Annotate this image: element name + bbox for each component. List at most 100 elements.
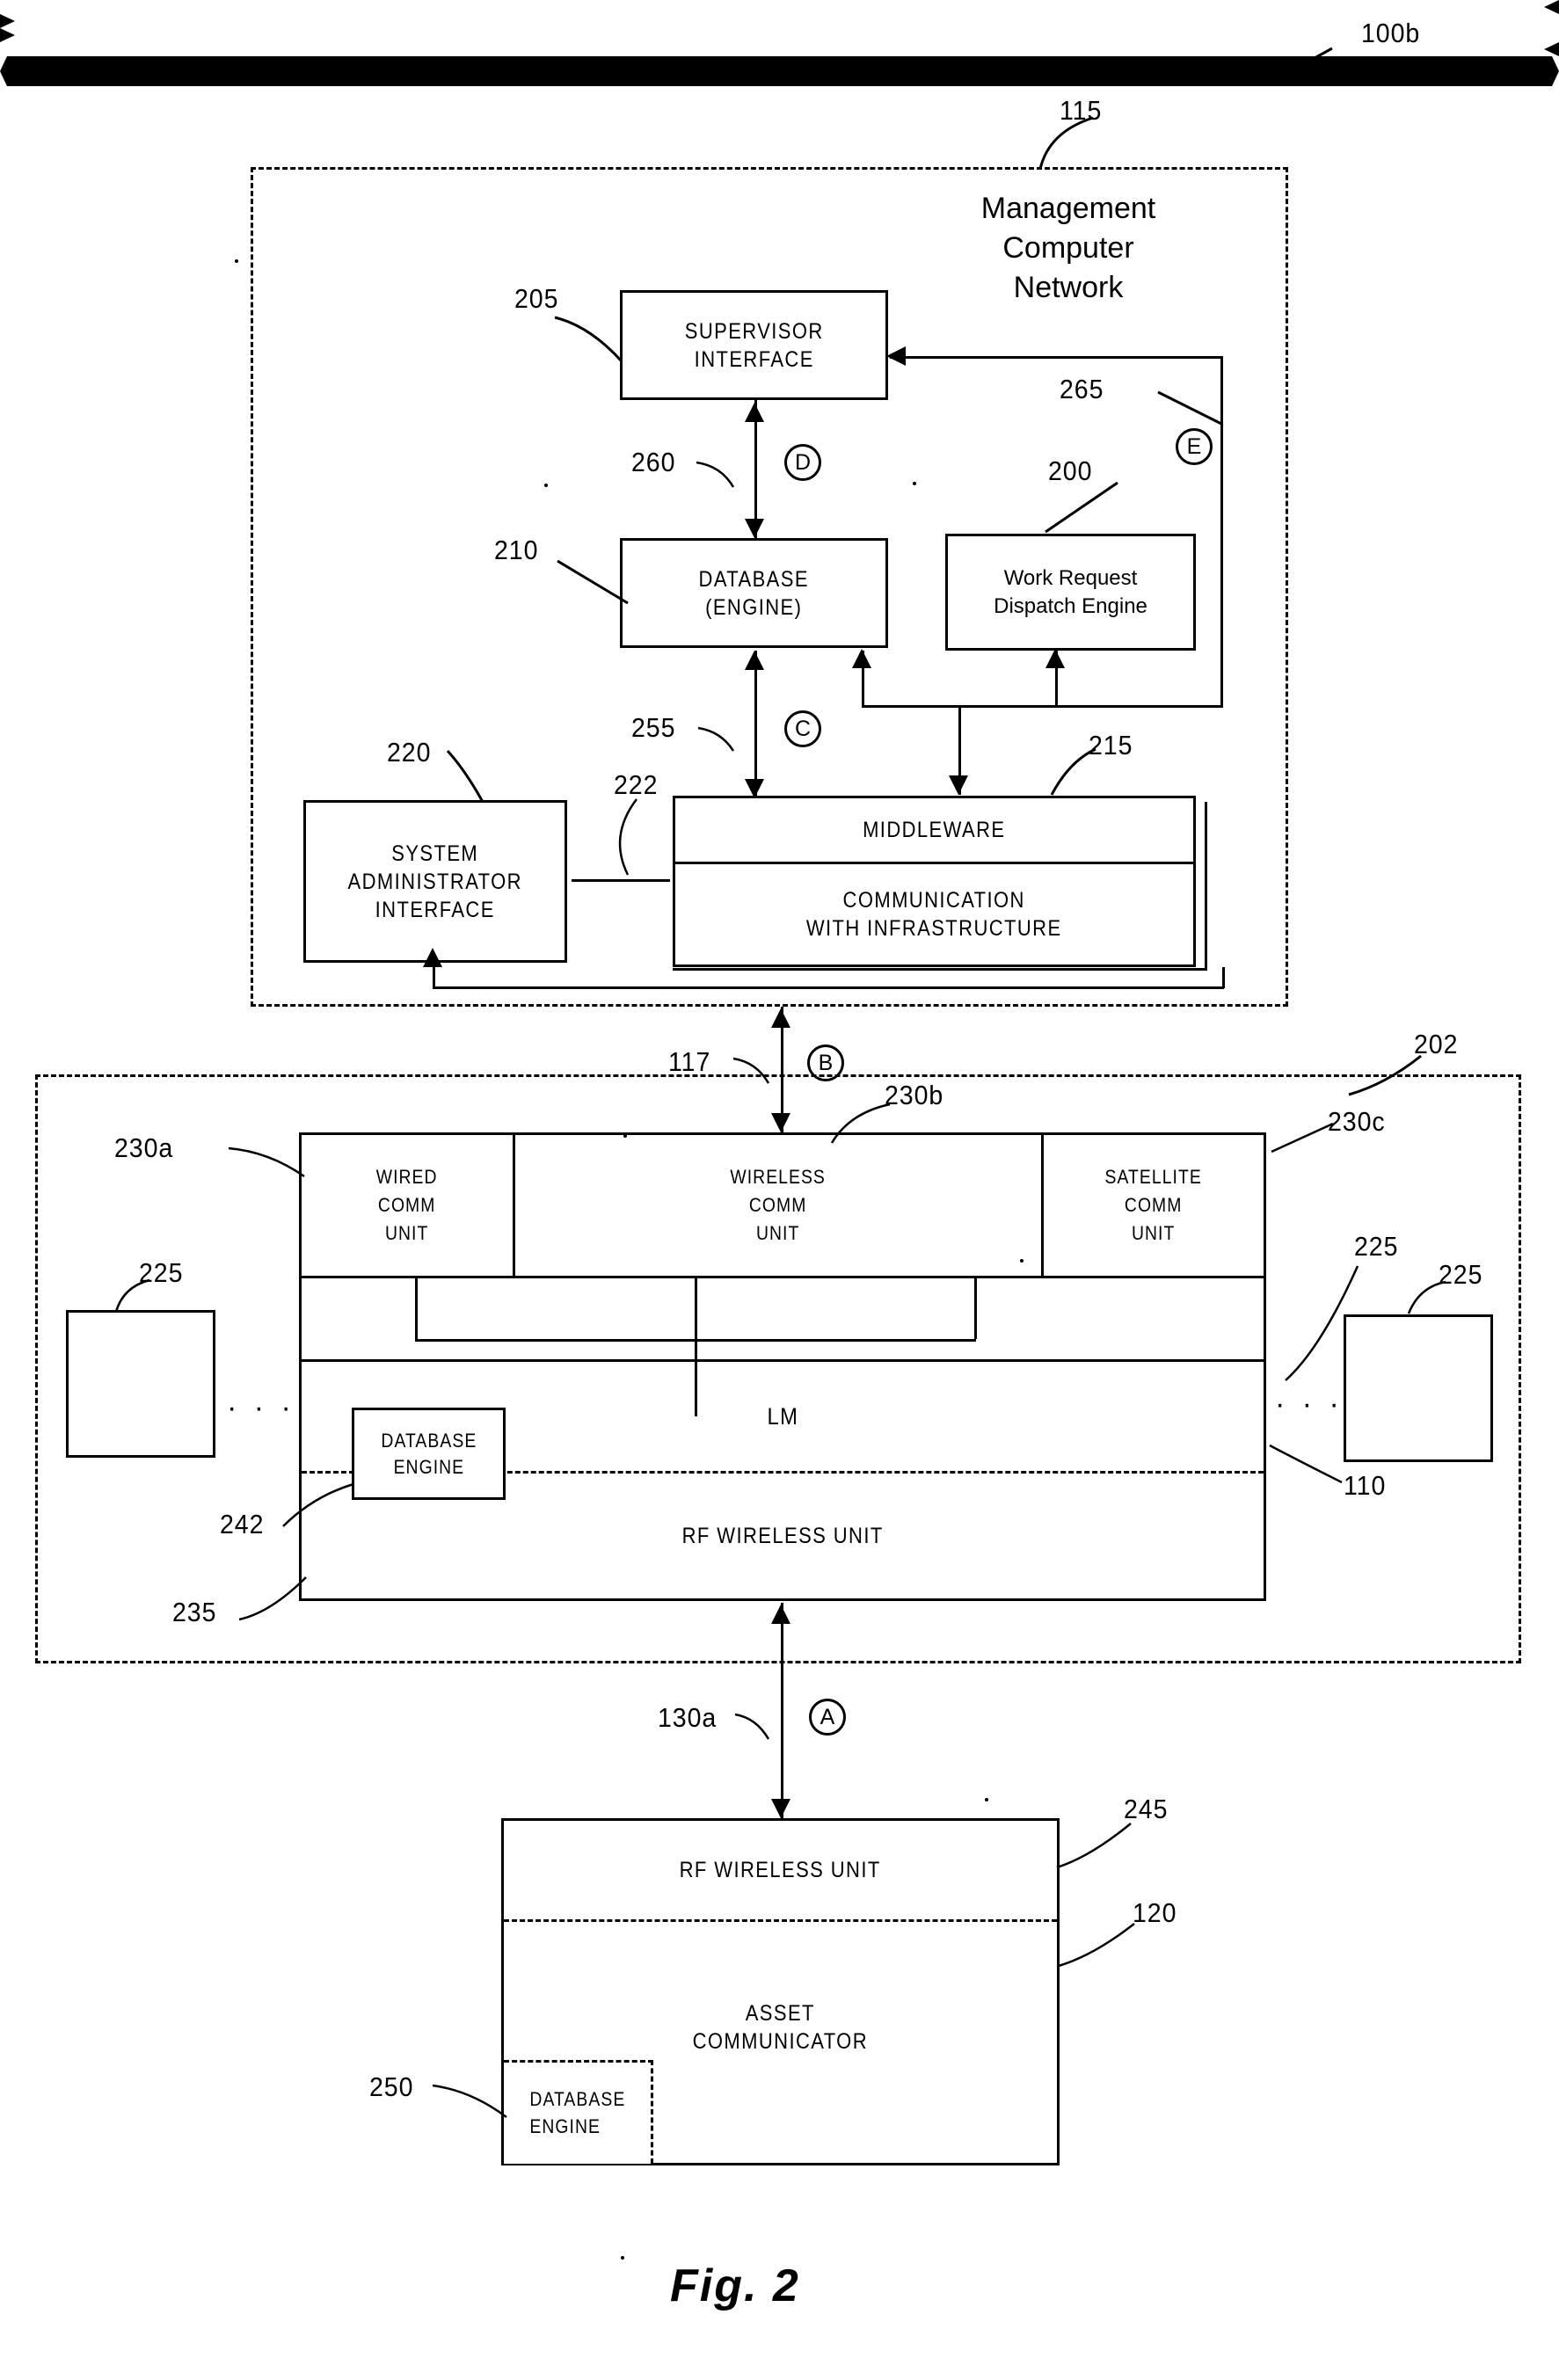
database-engine-label: DATABASE (ENGINE) [698, 566, 810, 620]
ref-130a: 130a [658, 1702, 718, 1733]
ref-235: 235 [172, 1597, 217, 1627]
ref-250-leader-icon [432, 2084, 507, 2119]
satellite-bus-down [974, 1276, 977, 1339]
ref-205-leader-icon [554, 316, 623, 363]
ref-255: 255 [631, 712, 676, 743]
asset-rf-wireless-unit-label: RF WIRELESS UNIT [679, 1858, 882, 1882]
figure-caption: Fig. 2 [670, 2260, 800, 2311]
ref-225-right-inner: 225 [1354, 1231, 1399, 1262]
patent-figure-page: 100b 115 Management Computer Network SUP… [0, 0, 1559, 2380]
lm-database-engine-box[interactable]: DATABASE ENGINE [352, 1408, 506, 1500]
ref-210: 210 [494, 535, 539, 565]
ref-210-leader-icon [557, 559, 629, 605]
ref-130a-leader-icon [734, 1713, 770, 1740]
peer-lm-left[interactable] [66, 1310, 215, 1458]
connector-265-horizontal [890, 356, 1222, 359]
wired-comm-unit-cell[interactable]: WIRED COMM UNIT [302, 1135, 515, 1276]
ref-230c: 230c [1328, 1106, 1386, 1137]
database-engine-box[interactable]: DATABASE (ENGINE) [620, 538, 888, 648]
ellipsis-left: · · · [227, 1391, 295, 1424]
ref-110: 110 [1344, 1470, 1387, 1501]
ref-242-leader-icon [282, 1482, 354, 1527]
ref-115: 115 [1060, 95, 1103, 126]
ref-225-right-outer: 225 [1439, 1259, 1483, 1290]
satellite-comm-unit-label: SATELLITE COMM UNIT [1104, 1166, 1203, 1244]
connector-260-arrow-up-icon [745, 403, 764, 422]
lm-label: LM [767, 1402, 798, 1430]
supervisor-interface-box[interactable]: SUPERVISOR INTERFACE [620, 290, 888, 400]
bus-to-dispatch-arrow-icon [1045, 649, 1065, 668]
connector-260-arrow-down-icon [745, 519, 764, 538]
ref-245: 245 [1124, 1794, 1169, 1824]
scan-speck [1020, 1259, 1024, 1263]
ref-200-leader-icon [1045, 481, 1118, 534]
link-tag-a: A [809, 1699, 846, 1736]
scan-speck [235, 259, 238, 263]
ref-242: 242 [220, 1509, 265, 1539]
scan-speck [985, 1798, 988, 1801]
ref-225-right-inner-leader-icon [1285, 1265, 1359, 1381]
ref-200: 200 [1048, 455, 1093, 486]
wired-bus-down [415, 1276, 418, 1339]
connector-222-arrow-left-icon [0, 0, 1559, 14]
bus-to-middleware-arrow-icon [949, 775, 968, 795]
connector-265-bottom-horizontal [862, 705, 1223, 708]
ref-117: 117 [668, 1046, 711, 1077]
ref-120: 120 [1133, 1897, 1177, 1928]
ref-265: 265 [1060, 374, 1104, 404]
ellipsis-right: · · · [1275, 1387, 1344, 1421]
supervisor-interface-label: SUPERVISOR INTERFACE [684, 318, 824, 372]
ref-255-leader-icon [697, 726, 735, 752]
scan-speck [621, 2256, 624, 2260]
middleware-outer-shadow [673, 802, 1207, 971]
ref-100b: 100b [1361, 18, 1421, 48]
system-administrator-interface-label: SYSTEM ADMINISTRATOR INTERFACE [347, 841, 523, 922]
link-130a-arrow-up-icon [771, 1605, 790, 1624]
ref-222-leader-icon [618, 798, 637, 876]
wireless-comm-unit-cell[interactable]: WIRELESS COMM UNIT [515, 1135, 1044, 1276]
ref-245-leader-icon [1056, 1823, 1132, 1869]
ref-260-leader-icon [696, 461, 735, 488]
ref-220: 220 [387, 737, 432, 768]
ref-265-leader-icon [1157, 390, 1222, 426]
ref-260: 260 [631, 447, 676, 477]
ref-222: 222 [614, 769, 659, 800]
management-network-title: Management Computer Network [980, 192, 1156, 305]
admin-return-arrow-icon [423, 948, 442, 967]
lm-database-engine-label: DATABASE ENGINE [381, 1429, 477, 1478]
connector-tag-e: E [1176, 428, 1213, 465]
ref-215: 215 [1089, 730, 1133, 761]
scan-speck [544, 484, 548, 487]
connector-tag-c: C [784, 710, 821, 747]
ref-250: 250 [369, 2071, 414, 2102]
wireless-bus-vertical [695, 1276, 697, 1416]
asset-database-engine-label: DATABASE ENGINE [529, 2087, 625, 2137]
comm-bus-band [302, 1278, 1264, 1359]
admin-return-path-horizontal [433, 986, 1224, 989]
connector-255-arrow-up-icon [745, 651, 764, 670]
ref-235-leader-icon [238, 1576, 307, 1621]
ref-220-leader-icon [446, 749, 484, 803]
wired-comm-unit-label: WIRED COMM UNIT [376, 1166, 438, 1244]
asset-database-engine-box[interactable]: DATABASE ENGINE [504, 2060, 653, 2164]
bus-to-database-arrow-icon [852, 649, 871, 668]
work-request-dispatch-engine-box[interactable]: Work Request Dispatch Engine [945, 534, 1196, 651]
asset-communicator-label: ASSET COMMUNICATOR [692, 2001, 869, 2054]
ref-230b: 230b [885, 1080, 944, 1110]
lm-unit-box[interactable]: WIRED COMM UNIT WIRELESS COMM UNIT SATEL… [299, 1132, 1266, 1601]
work-request-dispatch-engine-label: Work Request Dispatch Engine [994, 565, 1147, 618]
admin-return-right-stub [1222, 967, 1225, 988]
asset-rf-wireless-unit-band[interactable]: RF WIRELESS UNIT [504, 1821, 1057, 1919]
ref-205: 205 [514, 283, 559, 314]
peer-lm-right[interactable] [1344, 1314, 1493, 1462]
link-117-arrow-up-icon [771, 1008, 790, 1028]
connector-tag-d: D [784, 444, 821, 481]
satellite-comm-unit-cell[interactable]: SATELLITE COMM UNIT [1044, 1135, 1264, 1276]
wireless-comm-unit-label: WIRELESS COMM UNIT [730, 1166, 827, 1244]
ref-225-left: 225 [139, 1257, 184, 1288]
ref-120-leader-icon [1058, 1923, 1135, 1968]
system-administrator-interface-box[interactable]: SYSTEM ADMINISTRATOR INTERFACE [303, 800, 567, 963]
ref-202: 202 [1414, 1029, 1459, 1059]
ref-230a-leader-icon [228, 1146, 305, 1178]
ref-230a: 230a [114, 1132, 174, 1163]
